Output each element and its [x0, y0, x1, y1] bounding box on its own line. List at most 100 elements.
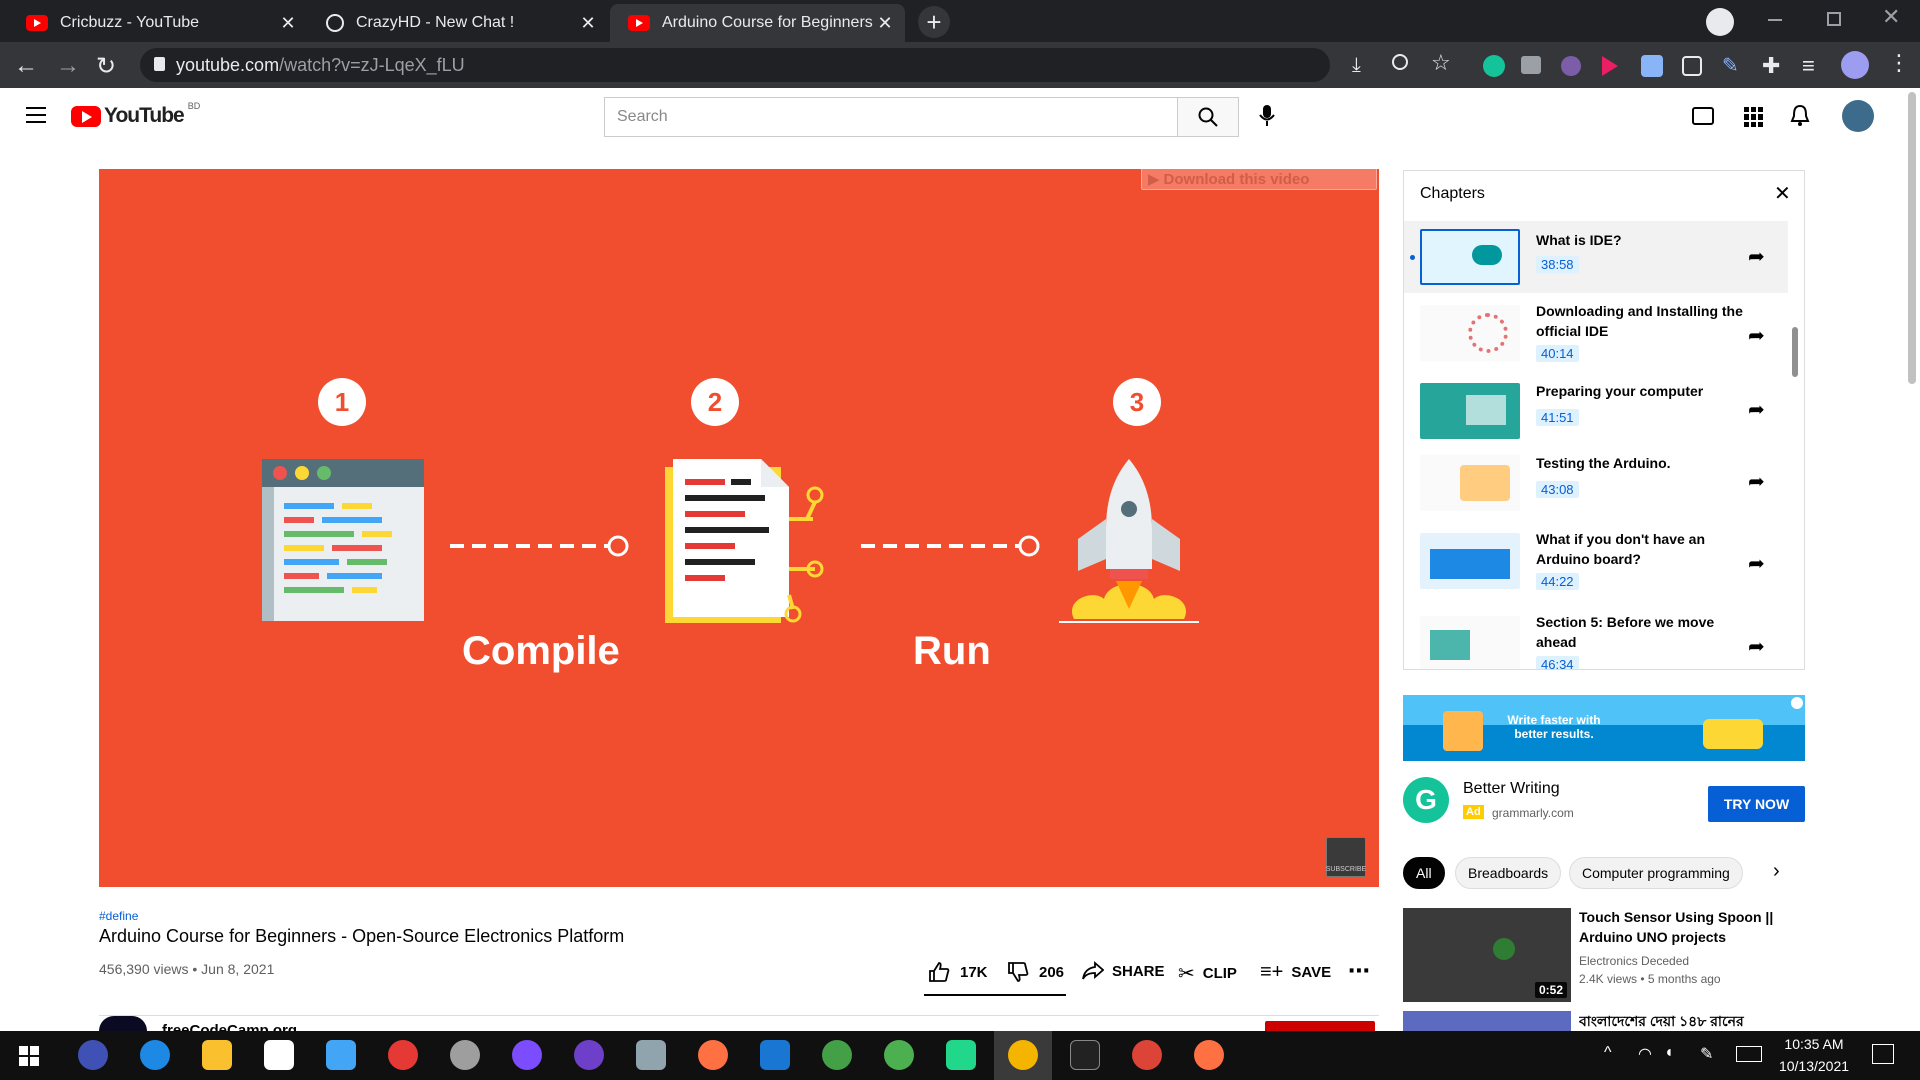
share-chapter-icon[interactable]: ➦ [1748, 469, 1765, 494]
address-bar[interactable]: youtube.com/watch?v=zJ-LqeX_fLU [140, 48, 1330, 82]
puzzle-extensions-icon[interactable]: ✚ [1762, 53, 1780, 79]
search-input[interactable]: Search [604, 97, 1178, 137]
grammarly-extension-icon[interactable] [1483, 55, 1505, 77]
dislike-button[interactable]: 206 [1007, 961, 1064, 983]
install-icon[interactable]: ⤓ [1352, 54, 1361, 77]
download-overlay-button[interactable]: ▶ Download this video [1141, 169, 1377, 190]
edge-icon[interactable] [140, 1040, 170, 1070]
keyboard-icon[interactable] [1736, 1046, 1762, 1062]
play-extension-icon[interactable] [1602, 56, 1618, 76]
hamburger-menu-icon[interactable] [26, 107, 46, 123]
like-button[interactable]: 17K [928, 961, 988, 983]
chip-breadboards[interactable]: Breadboards [1455, 857, 1562, 889]
new-tab-button[interactable]: + [918, 6, 950, 38]
forward-arrow-icon[interactable]: → [56, 52, 80, 80]
github-icon[interactable] [574, 1040, 604, 1070]
extension-icon[interactable] [1561, 56, 1581, 76]
minimize-icon[interactable] [1768, 19, 1782, 21]
opera-icon[interactable] [388, 1040, 418, 1070]
recommendation-title[interactable]: বাংলাদেশের দেয়া ১৪৮ রানের [1579, 1010, 1809, 1031]
video-player[interactable]: ▶ Download this video 1 2 3 Compile Run … [99, 169, 1379, 887]
chapters-scrollbar[interactable] [1792, 327, 1798, 377]
youtube-logo[interactable]: YouTube BD [71, 101, 200, 128]
notification-center-icon[interactable] [1872, 1044, 1894, 1064]
ad-banner[interactable]: Write faster with better results. [1403, 695, 1805, 761]
channel-avatar[interactable] [99, 1016, 147, 1031]
subscribe-button[interactable] [1265, 1021, 1375, 1031]
taskbar-app-icon[interactable] [78, 1040, 108, 1070]
chapter-timestamp[interactable]: 38:58 [1536, 256, 1579, 273]
notifications-bell-icon[interactable] [1790, 104, 1810, 128]
apps-grid-icon[interactable] [1744, 107, 1764, 127]
pen-icon[interactable]: ✎ [1700, 1044, 1713, 1064]
share-chapter-icon[interactable]: ➦ [1748, 323, 1765, 348]
ad-title[interactable]: Better Writing [1463, 780, 1560, 798]
chrome-icon[interactable] [884, 1040, 914, 1070]
tab-arduino-course[interactable]: Arduino Course for Beginners - C ✕ [610, 4, 905, 42]
chapter-timestamp[interactable]: 43:08 [1536, 481, 1579, 498]
firefox-icon[interactable] [698, 1040, 728, 1070]
share-chapter-icon[interactable]: ➦ [1748, 397, 1765, 422]
create-video-icon[interactable] [1692, 107, 1714, 125]
terminal-icon[interactable] [1070, 1040, 1100, 1070]
browser-menu-icon[interactable]: ⋮ [1888, 50, 1910, 76]
zoom-icon[interactable] [1392, 54, 1408, 70]
restore-icon[interactable] [1827, 12, 1841, 26]
clip-button[interactable]: ✂ CLIP [1178, 961, 1237, 986]
tab-close-icon[interactable]: ✕ [875, 13, 895, 34]
recommendation-thumbnail[interactable]: 0:52 [1403, 908, 1571, 1002]
ad-info-icon[interactable] [1791, 697, 1803, 709]
bookmark-star-icon[interactable]: ☆ [1431, 50, 1451, 76]
tab-search-icon[interactable] [1706, 8, 1734, 36]
pen-extension-icon[interactable]: ✎ [1722, 53, 1739, 78]
more-actions-icon[interactable]: ⋯ [1348, 958, 1370, 984]
clock-date[interactable]: 10/13/2021 [1774, 1058, 1854, 1074]
share-chapter-icon[interactable]: ➦ [1748, 551, 1765, 576]
chapter-timestamp[interactable]: 44:22 [1536, 573, 1579, 590]
recommendation-channel[interactable]: Electronics Deceded [1579, 954, 1689, 968]
recommendation-title[interactable]: Touch Sensor Using Spoon || Arduino UNO … [1579, 907, 1789, 947]
save-button[interactable]: ≡+ SAVE [1260, 961, 1331, 984]
taskbar-app-icon[interactable] [450, 1040, 480, 1070]
chevron-right-icon[interactable]: › [1773, 860, 1780, 883]
subscribe-watermark-button[interactable]: SUBSCRIBE [1326, 837, 1366, 877]
tab-close-icon[interactable]: ✕ [578, 13, 598, 34]
share-chapter-icon[interactable]: ➦ [1748, 634, 1765, 659]
chapter-timestamp[interactable]: 40:14 [1536, 345, 1579, 362]
reload-icon[interactable]: ↻ [96, 52, 116, 81]
pycharm-icon[interactable] [946, 1040, 976, 1070]
network-icon[interactable]: ◠ [1638, 1044, 1652, 1064]
chip-computer-programming[interactable]: Computer programming [1569, 857, 1743, 889]
taskbar-app-icon[interactable] [636, 1040, 666, 1070]
channel-name[interactable]: freeCodeCamp.org [162, 1022, 297, 1031]
hashtag-link[interactable]: #define [99, 909, 138, 923]
window-close-icon[interactable]: ✕ [1882, 4, 1900, 30]
clock-time[interactable]: 10:35 AM [1774, 1036, 1854, 1052]
tab-cricbuzz[interactable]: Cricbuzz - YouTube ✕ [8, 4, 308, 42]
media-controls-icon[interactable]: ≡ [1802, 53, 1815, 79]
download-extension-icon[interactable] [1641, 55, 1663, 77]
profile-avatar[interactable] [1841, 51, 1869, 79]
store-icon[interactable] [264, 1040, 294, 1070]
chrome-active-icon[interactable] [1008, 1040, 1038, 1070]
chapter-timestamp[interactable]: 41:51 [1536, 409, 1579, 426]
tray-chevron-up-icon[interactable]: ^ [1604, 1044, 1612, 1062]
close-chapters-icon[interactable]: ✕ [1774, 181, 1791, 206]
back-arrow-icon[interactable]: ← [14, 52, 38, 80]
volume-icon[interactable]: ◖ [1664, 1044, 1674, 1062]
account-avatar[interactable] [1842, 100, 1874, 132]
share-chapter-icon[interactable]: ➦ [1748, 244, 1765, 269]
messenger-icon[interactable] [512, 1040, 542, 1070]
voice-search-button[interactable] [1259, 104, 1275, 128]
extension-icon[interactable] [1682, 56, 1702, 76]
search-button[interactable] [1177, 97, 1239, 137]
file-explorer-icon[interactable] [202, 1040, 232, 1070]
taskbar-app-icon[interactable] [822, 1040, 852, 1070]
share-button[interactable]: SHARE [1082, 961, 1165, 981]
tab-close-icon[interactable]: ✕ [278, 13, 298, 34]
grammarly-logo-icon[interactable]: G [1403, 777, 1449, 823]
windows-start-icon[interactable] [19, 1046, 39, 1066]
taskbar-app-icon[interactable] [1194, 1040, 1224, 1070]
vscode-icon[interactable] [760, 1040, 790, 1070]
camera-extension-icon[interactable] [1521, 56, 1541, 74]
